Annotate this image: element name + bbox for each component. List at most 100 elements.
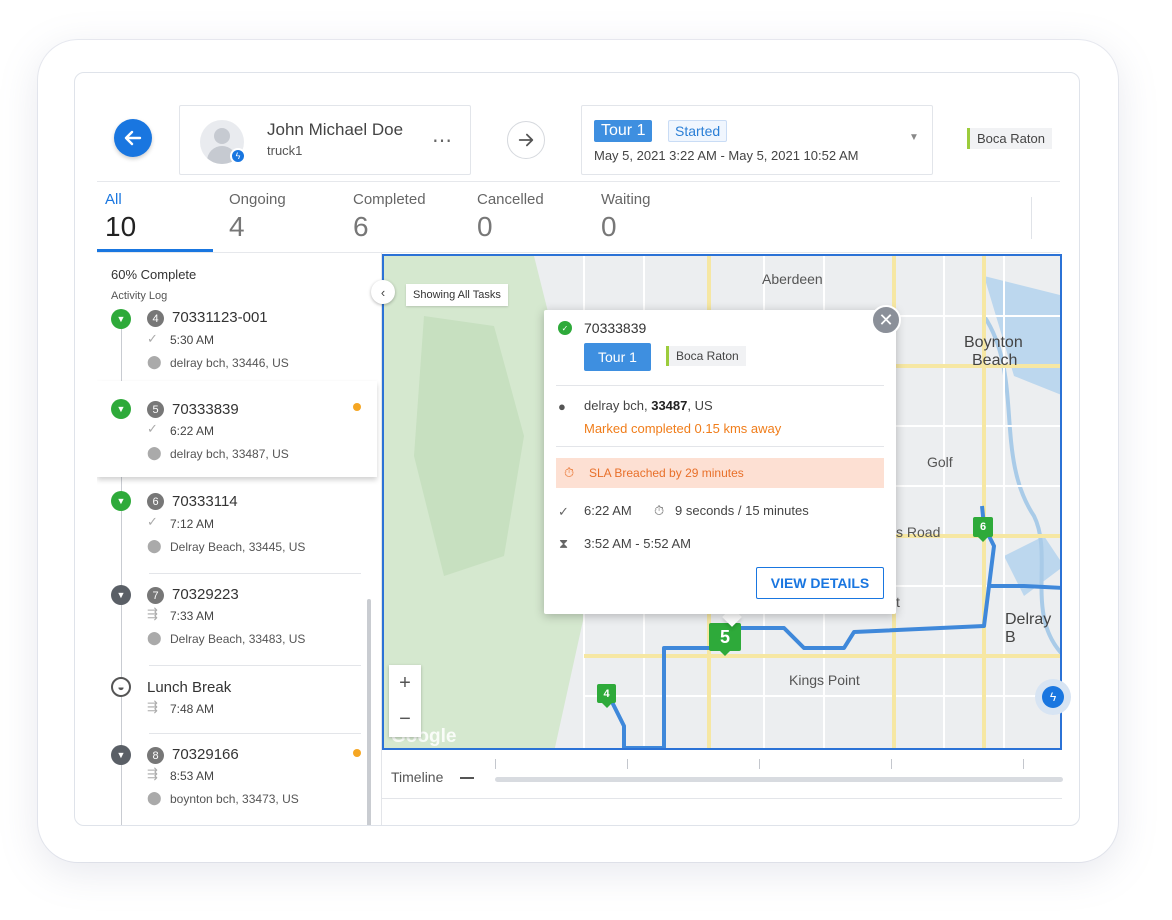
popup-address: delray bch, 33487, US xyxy=(584,398,713,413)
header-divider xyxy=(97,181,1060,182)
task-list-panel: 60% Complete Activity Log ▼ 4 70331123-0… xyxy=(97,253,381,825)
map-marker[interactable]: 4 xyxy=(597,684,616,708)
tour-selector[interactable]: Tour 1 Started May 5, 2021 3:22 AM - May… xyxy=(581,105,933,175)
arrow-right-icon xyxy=(518,133,534,147)
tab-cancelled[interactable]: Cancelled 0 xyxy=(477,191,587,243)
arrival-icon: ⇶ xyxy=(147,699,158,714)
more-options-button[interactable]: ⋯ xyxy=(432,128,453,153)
task-time: 5:30 AM xyxy=(170,333,215,347)
zoom-in-button[interactable]: + xyxy=(389,665,421,701)
activity-log-link[interactable]: Activity Log xyxy=(111,290,167,302)
address-country: , US xyxy=(687,398,713,413)
location-pin-icon: ● xyxy=(558,399,566,414)
timeline-label: Timeline xyxy=(391,769,444,785)
flag-indicator xyxy=(353,749,361,757)
map-place-label: t xyxy=(896,594,900,610)
location-pin-icon: ⬤ xyxy=(147,538,162,553)
break-icon: ◒ xyxy=(111,677,131,697)
completed-icon: ✓ xyxy=(558,321,572,335)
check-icon: ✓ xyxy=(147,331,158,346)
pending-icon: ▼ xyxy=(111,745,131,765)
zoom-out-button[interactable]: − xyxy=(389,701,421,737)
next-button[interactable] xyxy=(507,121,545,159)
timeline-tick xyxy=(1023,759,1024,769)
task-time: 7:33 AM xyxy=(170,609,215,623)
service-duration: 9 seconds / 15 minutes xyxy=(675,503,809,518)
divider xyxy=(149,665,361,666)
completed-icon: ▼ xyxy=(111,399,131,419)
chevron-down-icon[interactable]: ▼ xyxy=(909,132,919,143)
region-tag: Boca Raton xyxy=(666,346,746,366)
collapse-panel-button[interactable]: ‹ xyxy=(371,280,395,304)
close-icon[interactable]: ✕ xyxy=(871,305,901,335)
showing-all-tasks-label: Showing All Tasks xyxy=(406,284,508,306)
status-badge: Started xyxy=(668,120,728,142)
timeline-tick xyxy=(627,759,628,769)
tab-waiting[interactable]: Waiting 0 xyxy=(601,191,711,243)
driver-location-button[interactable]: ϟ xyxy=(1035,679,1071,715)
task-address: Delray Beach, 33445, US xyxy=(170,540,306,554)
tab-count: 0 xyxy=(477,211,493,242)
tab-label: All xyxy=(105,191,122,208)
tab-label: Waiting xyxy=(601,191,651,208)
scrollbar[interactable] xyxy=(367,599,371,825)
location-pin-icon: ⬤ xyxy=(147,445,162,460)
hourglass-icon: ⧗ xyxy=(559,536,569,551)
timeline-tick xyxy=(891,759,892,769)
tab-completed[interactable]: Completed 6 xyxy=(353,191,463,243)
tab-label: Completed xyxy=(353,191,426,208)
tour-dates: May 5, 2021 3:22 AM - May 5, 2021 10:52 … xyxy=(594,148,859,163)
sla-text: SLA Breached by 29 minutes xyxy=(589,466,744,480)
check-icon: ✓ xyxy=(147,514,158,529)
completed-icon: ▼ xyxy=(111,309,131,329)
task-id: 70333114 xyxy=(172,493,238,510)
tab-count: 6 xyxy=(353,211,369,242)
popup-task-id: 70333839 xyxy=(584,320,647,336)
check-icon: ✓ xyxy=(558,504,569,519)
task-number: 5 xyxy=(147,401,164,418)
tour-chip: Tour 1 xyxy=(594,120,653,142)
progress-text: 60% Complete xyxy=(111,267,197,282)
task-id: 70329166 xyxy=(172,746,239,763)
driver-status-icon: ϟ xyxy=(230,148,246,164)
sla-alert: ⏱ SLA Breached by 29 minutes xyxy=(556,458,884,488)
tab-count: 4 xyxy=(229,211,245,242)
tab-ongoing[interactable]: Ongoing 4 xyxy=(229,191,339,243)
time-window: 3:52 AM - 5:52 AM xyxy=(584,536,691,551)
divider xyxy=(1031,197,1032,239)
zoom-control: + − xyxy=(389,665,421,737)
task-id: 70333839 xyxy=(172,401,239,418)
map-marker-selected[interactable]: 5 xyxy=(709,623,741,656)
task-time: 7:48 AM xyxy=(170,702,215,716)
task-address: delray bch, 33487, US xyxy=(170,447,289,461)
pending-icon: ▼ xyxy=(111,585,131,605)
arrow-left-icon xyxy=(124,130,142,146)
map-place-label: Boynton xyxy=(964,334,1023,351)
divider xyxy=(556,446,884,447)
task-address: delray bch, 33446, US xyxy=(170,356,289,370)
task-number: 6 xyxy=(147,493,164,510)
divider xyxy=(149,573,361,574)
divider xyxy=(382,798,1062,799)
back-button[interactable] xyxy=(114,119,152,157)
map-place-label: Kings Point xyxy=(789,672,860,688)
task-number: 4 xyxy=(147,310,164,327)
selected-task-row[interactable] xyxy=(97,381,377,477)
tour-chip: Tour 1 xyxy=(584,343,651,371)
view-details-button[interactable]: VIEW DETAILS xyxy=(756,567,884,599)
tab-all[interactable]: All 10 xyxy=(105,191,215,243)
timeline-tick xyxy=(759,759,760,769)
timeline-track[interactable] xyxy=(495,777,1063,782)
tab-label: Ongoing xyxy=(229,191,286,208)
timeline-collapse-button[interactable] xyxy=(460,777,474,779)
completed-time: 6:22 AM xyxy=(584,503,632,518)
tab-count: 0 xyxy=(601,211,617,242)
region-tag: Boca Raton xyxy=(967,128,1052,149)
map-marker[interactable]: 6 xyxy=(973,517,993,542)
driver-card[interactable]: ϟ John Michael Doe truck1 ⋯ xyxy=(179,105,471,175)
task-id: 70329223 xyxy=(172,586,239,603)
timeline-tick xyxy=(495,759,496,769)
divider xyxy=(149,733,361,734)
arrival-icon: ⇶ xyxy=(147,766,158,781)
task-time: 6:22 AM xyxy=(170,424,215,438)
